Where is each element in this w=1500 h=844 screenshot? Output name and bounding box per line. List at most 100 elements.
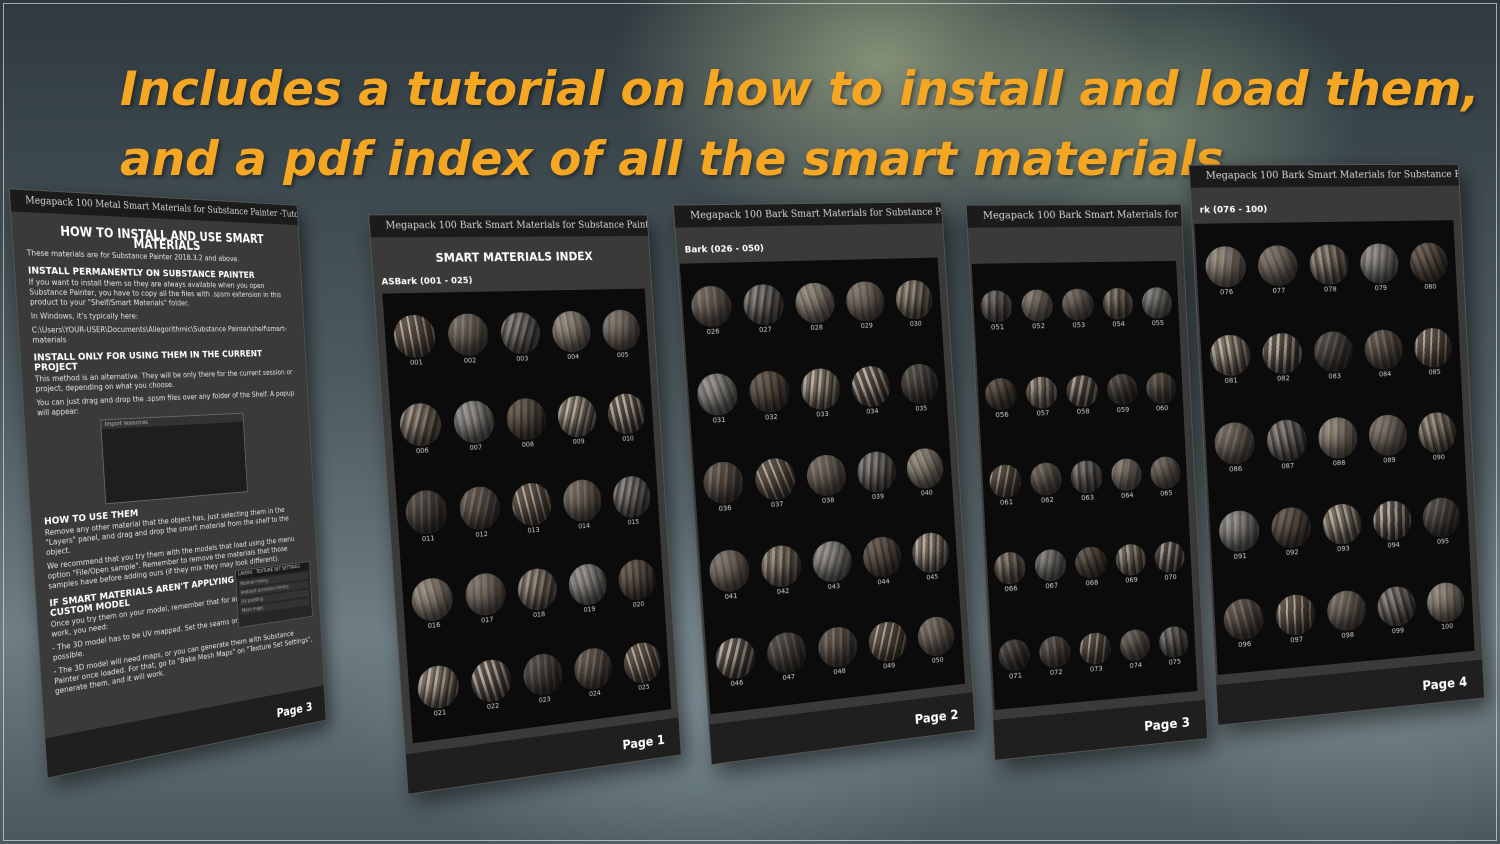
material-number: 062 xyxy=(1040,495,1054,505)
material-number: 014 xyxy=(577,521,591,531)
material-swatch: 093 xyxy=(1315,484,1370,574)
material-swatch: 010 xyxy=(599,375,653,461)
tutorial-footer xyxy=(45,685,326,778)
material-number: 057 xyxy=(1036,408,1050,418)
material-sphere xyxy=(1422,496,1462,539)
material-sphere xyxy=(993,551,1027,586)
material-sphere xyxy=(499,311,542,355)
index-page-4: Megapack 100 Bark Smart Materials for Su… xyxy=(1188,163,1485,726)
material-swatch: 011 xyxy=(397,471,457,563)
material-swatch: 025 xyxy=(616,623,670,712)
material-number: 094 xyxy=(1387,541,1401,550)
tutorial-body: HOW TO INSTALL AND USE SMART MATERIALS T… xyxy=(25,220,315,701)
material-sphere xyxy=(1141,286,1173,319)
material-number: 087 xyxy=(1281,461,1295,471)
material-number: 079 xyxy=(1374,284,1388,293)
section-install-permanent-text: If you want to install them so they are … xyxy=(28,277,282,308)
material-swatch: 095 xyxy=(1415,478,1468,566)
material-number: 042 xyxy=(776,586,790,596)
material-sphere xyxy=(998,638,1031,673)
material-grid: 051 052 053 054 055 056 057 058 059 060 061 062 063 0… xyxy=(971,260,1198,710)
material-sphere xyxy=(398,401,443,447)
material-swatch: 079 xyxy=(1353,225,1407,312)
material-number: 015 xyxy=(627,517,640,527)
material-number: 044 xyxy=(877,577,890,586)
material-swatch: 022 xyxy=(462,640,520,732)
material-number: 055 xyxy=(1151,319,1165,328)
material-swatch: 038 xyxy=(799,436,855,526)
material-number: 063 xyxy=(1081,493,1095,502)
material-sphere xyxy=(1074,546,1107,580)
index-header: Megapack 100 Bark Smart Materials for Su… xyxy=(673,202,943,228)
material-swatch: 020 xyxy=(610,541,664,629)
material-number: 006 xyxy=(415,446,429,456)
material-swatch: 009 xyxy=(549,378,605,465)
material-sphere xyxy=(979,289,1013,323)
material-swatch: 085 xyxy=(1407,309,1460,396)
material-number: 019 xyxy=(583,605,596,615)
material-number: 099 xyxy=(1391,626,1405,636)
material-number: 084 xyxy=(1378,369,1392,379)
material-sphere xyxy=(1154,540,1186,574)
material-swatch: 051 xyxy=(974,267,1020,356)
material-sphere xyxy=(805,453,847,498)
material-number: 026 xyxy=(706,327,720,337)
material-sphere xyxy=(1079,631,1112,666)
material-swatch: 028 xyxy=(787,264,843,352)
material-swatch: 057 xyxy=(1020,353,1065,441)
material-swatch: 040 xyxy=(899,429,953,517)
material-swatch: 006 xyxy=(391,384,451,475)
material-swatch: 012 xyxy=(451,468,509,559)
material-sphere xyxy=(989,464,1022,498)
material-sphere xyxy=(1030,462,1063,496)
material-swatch: 036 xyxy=(694,442,753,534)
material-sphere xyxy=(1368,414,1409,457)
material-swatch: 096 xyxy=(1215,578,1272,670)
material-number: 068 xyxy=(1085,579,1099,588)
material-number: 005 xyxy=(616,351,629,360)
material-sphere xyxy=(1313,330,1354,373)
material-number: 080 xyxy=(1424,282,1437,291)
material-swatch: 027 xyxy=(735,265,793,354)
material-sphere xyxy=(856,450,897,494)
material-number: 011 xyxy=(421,534,435,543)
material-swatch: 048 xyxy=(810,607,866,698)
material-swatch: 066 xyxy=(987,528,1033,618)
material-number: 028 xyxy=(810,323,824,333)
material-number: 008 xyxy=(521,440,535,449)
material-number: 043 xyxy=(827,581,841,591)
material-swatch: 002 xyxy=(439,295,498,384)
index-range: ASBark (001 - 025) xyxy=(381,276,473,288)
material-number: 038 xyxy=(821,496,835,505)
material-number: 049 xyxy=(882,661,896,671)
material-number: 054 xyxy=(1112,320,1126,329)
material-sphere xyxy=(464,571,507,618)
index-header: Megapack 100 Bark Smart Materials for Su… xyxy=(966,204,1182,228)
material-swatch: 076 xyxy=(1197,227,1254,317)
material-number: 045 xyxy=(926,572,939,582)
material-swatch: 099 xyxy=(1370,567,1424,657)
material-swatch: 071 xyxy=(992,615,1037,705)
material-number: 022 xyxy=(486,701,500,712)
material-sphere xyxy=(1066,374,1099,408)
material-number: 033 xyxy=(816,410,829,419)
material-number: 091 xyxy=(1233,552,1247,562)
material-swatch: 080 xyxy=(1403,224,1456,310)
material-sphere xyxy=(1417,411,1458,454)
material-sphere xyxy=(1145,371,1177,404)
material-sphere xyxy=(1222,597,1265,642)
material-swatch: 007 xyxy=(445,382,504,472)
material-swatch: 065 xyxy=(1144,434,1187,521)
material-number: 017 xyxy=(480,615,494,626)
material-swatch: 029 xyxy=(838,263,893,350)
tutorial-page: Megapack 100 Metal Smart Materials for S… xyxy=(8,188,327,779)
material-number: 031 xyxy=(712,415,726,425)
material-number: 069 xyxy=(1125,576,1138,585)
material-swatch: 060 xyxy=(1140,350,1183,436)
material-sphere xyxy=(551,310,592,353)
material-sphere xyxy=(867,619,908,664)
material-number: 089 xyxy=(1383,455,1396,465)
material-swatch: 081 xyxy=(1201,315,1258,405)
material-number: 027 xyxy=(758,325,773,335)
material-sphere xyxy=(404,489,449,536)
